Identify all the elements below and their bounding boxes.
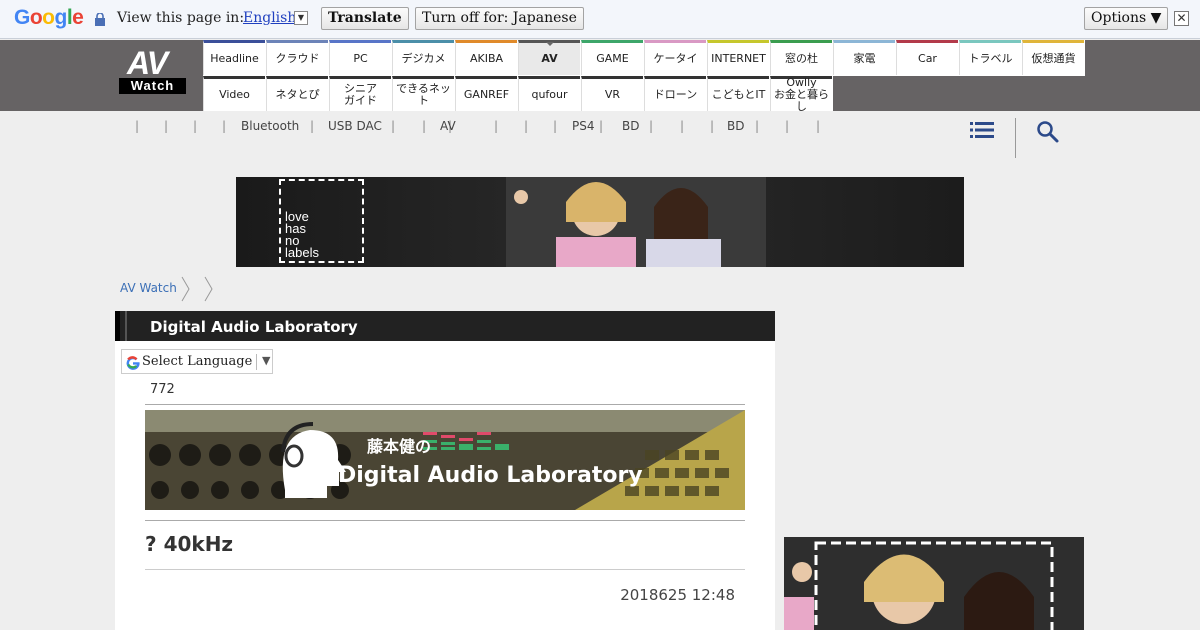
nav-sub-item-7[interactable]: VR [581, 76, 643, 111]
nav-item-6[interactable]: AV [518, 40, 580, 75]
divider [145, 404, 745, 405]
nav-item-5[interactable]: AKIBA [455, 40, 517, 75]
close-icon[interactable]: ✕ [1174, 11, 1189, 26]
google-g-icon [126, 356, 140, 370]
subnav-separator: | [524, 119, 529, 133]
select-language-dropdown[interactable]: Select Language ▼ [121, 349, 273, 374]
language-dropdown-icon[interactable]: ▼ [294, 11, 308, 25]
subnav-separator: | [135, 119, 140, 133]
select-language-label: Select Language [142, 354, 253, 369]
nav-sub-item-4[interactable]: できるネット [392, 76, 454, 111]
select-separator [256, 354, 257, 370]
nav-item-7[interactable]: GAME [581, 40, 643, 75]
article-date: 2018625 12:48 [620, 586, 735, 604]
section-title: Digital Audio Laboratory [150, 318, 358, 336]
breadcrumb-av-watch[interactable]: AV Watch [120, 281, 177, 295]
title-bar-accent [125, 311, 127, 341]
subnav-item-6[interactable]: BD [727, 119, 744, 133]
nav-filler [833, 76, 1085, 111]
options-button[interactable]: Options ▼ [1084, 7, 1169, 30]
subnav-separator: | [680, 119, 685, 133]
subnav-separator: | [710, 119, 715, 133]
nav-sub-item-6[interactable]: qufour [518, 76, 580, 111]
dal-banner[interactable]: 藤本健の Digital Audio Laboratory [145, 410, 745, 510]
article-count: 772 [150, 382, 175, 397]
nav-item-9[interactable]: INTERNET [707, 40, 769, 75]
dal-banner-art: 藤本健の Digital Audio Laboratory [145, 410, 745, 510]
nav-sub-item-5[interactable]: GANREF [455, 76, 517, 111]
subnav-separator: | [164, 119, 169, 133]
article-main: Digital Audio Laboratory Select Language… [115, 311, 775, 630]
translate-bar: Google View this page in: English ▼ Tran… [0, 0, 1200, 39]
nav-sub-item-9[interactable]: こどもとIT [707, 76, 769, 111]
subnav-separator: | [553, 119, 558, 133]
nav-sub-item-1[interactable]: Video [203, 76, 265, 111]
nav-item-11[interactable]: 家電 [833, 40, 895, 75]
nav-item-14[interactable]: 仮想通貨 [1022, 40, 1084, 75]
nav-sub-item-3[interactable]: シニア ガイド [329, 76, 391, 111]
view-page-label: View this page in: [117, 10, 245, 26]
search-icon[interactable] [1036, 120, 1060, 144]
nav-item-8[interactable]: ケータイ [644, 40, 706, 75]
subnav-item-1[interactable]: Bluetooth [241, 119, 299, 133]
subnav-separator: | [816, 119, 821, 133]
subnav-separator: | [222, 119, 227, 133]
header-divider [1015, 118, 1016, 158]
subnav-separator: | [755, 119, 760, 133]
subnav-separator: | [494, 119, 499, 133]
divider [145, 569, 745, 570]
lock-icon [95, 13, 105, 26]
subnav-separator: | [422, 119, 427, 133]
dal-banner-en-text: Digital Audio Laboratory [338, 463, 643, 488]
chevron-down-icon: ▼ [262, 354, 271, 367]
love-has-no-labels-logo: love has no labels [279, 179, 364, 263]
article-headline: ? 40kHz [145, 532, 234, 556]
subnav-separator: | [310, 119, 315, 133]
menu-list-icon[interactable] [970, 120, 994, 140]
translate-button[interactable]: Translate [321, 7, 409, 30]
logo-watch-text: Watch [119, 78, 186, 94]
category-nav: Headline クラウド PC デジカメ AKIBA AV GAME ケータイ INTERNE… [203, 40, 1085, 113]
subnav-separator: | [649, 119, 654, 133]
subnav-separator: | [193, 119, 198, 133]
logo-av-text: AV [127, 45, 168, 81]
nav-item-2[interactable]: クラウド [266, 40, 328, 75]
subnav-separator: | [391, 119, 396, 133]
nav-sub-item-10[interactable]: Owlly お金と暮らし [770, 76, 832, 113]
nav-item-13[interactable]: トラベル [959, 40, 1021, 75]
av-watch-logo[interactable]: AV Watch [119, 45, 186, 95]
banner-ad[interactable]: love has no labels [236, 177, 964, 267]
side-ad-photo [784, 537, 1084, 630]
nav-item-10[interactable]: 窓の杜 [770, 40, 832, 75]
nav-item-1[interactable]: Headline [203, 40, 265, 75]
subnav-item-4[interactable]: PS4 [572, 119, 595, 133]
nav-item-3[interactable]: PC [329, 40, 391, 75]
breadcrumb-chevron-icon [204, 276, 213, 302]
nav-item-12[interactable]: Car [896, 40, 958, 75]
turn-off-button[interactable]: Turn off for: Japanese [415, 7, 584, 30]
side-ad[interactable] [784, 537, 1084, 630]
nav-item-4[interactable]: デジカメ [392, 40, 454, 75]
google-logo: Google [14, 6, 84, 29]
subnav-separator: | [599, 119, 604, 133]
divider [145, 520, 745, 521]
section-title-bar: Digital Audio Laboratory [115, 311, 775, 341]
language-link[interactable]: English [243, 10, 296, 26]
subnav-separator: | [785, 119, 790, 133]
subnav-item-2[interactable]: USB DAC [328, 119, 382, 133]
subnav-item-5[interactable]: BD [622, 119, 639, 133]
breadcrumb-chevron-icon [181, 276, 190, 302]
dal-banner-jp-text: 藤本健の [367, 437, 431, 456]
nav-sub-item-8[interactable]: ドローン [644, 76, 706, 111]
subnav-item-3[interactable]: AV [440, 119, 456, 133]
nav-sub-item-2[interactable]: ネタとぴ [266, 76, 328, 111]
